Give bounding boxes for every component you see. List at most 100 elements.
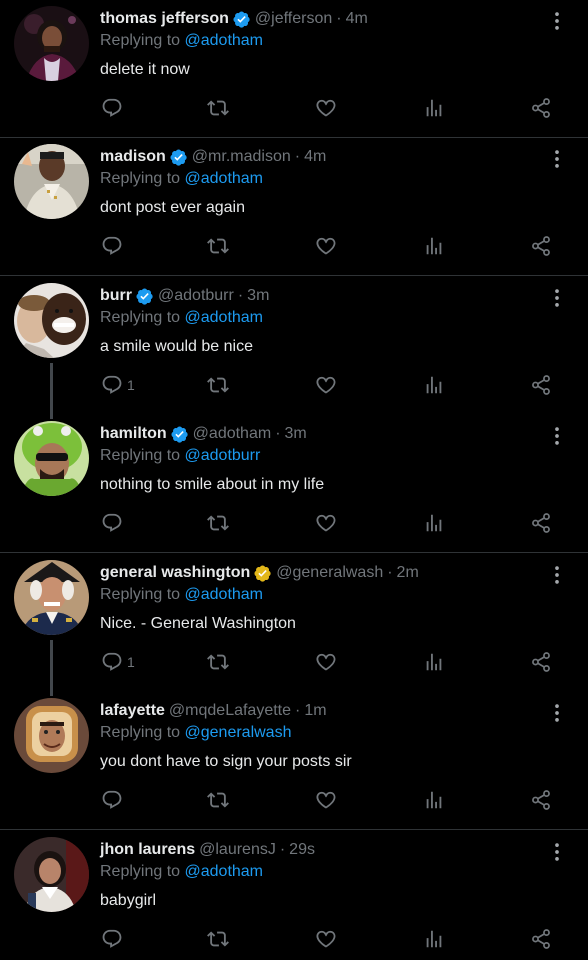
- timestamp[interactable]: 3m: [247, 286, 269, 306]
- display-name[interactable]: jhon laurens: [100, 840, 195, 860]
- user-handle[interactable]: @adotburr: [158, 286, 234, 306]
- timestamp[interactable]: 4m: [304, 147, 326, 167]
- madison-avatar[interactable]: [14, 144, 89, 219]
- timestamp[interactable]: 1m: [304, 701, 326, 721]
- tweet[interactable]: thomas jefferson @jefferson · 4m Replying to…: [0, 0, 588, 138]
- share-button[interactable]: [530, 650, 552, 674]
- tweet-text: nothing to smile about in my life: [100, 476, 325, 493]
- reply-button[interactable]: [101, 927, 123, 951]
- timestamp[interactable]: 4m: [346, 9, 368, 29]
- user-handle[interactable]: @adotham: [193, 424, 272, 444]
- more-options-icon[interactable]: [546, 841, 568, 863]
- more-options-icon[interactable]: [546, 148, 568, 170]
- timestamp[interactable]: 29s: [289, 840, 315, 860]
- share-button[interactable]: [530, 511, 552, 535]
- more-options-icon[interactable]: [546, 287, 568, 309]
- tweet[interactable]: general washington @generalwash · 2m Replyin…: [0, 554, 588, 696]
- views-button[interactable]: [423, 927, 445, 951]
- like-button[interactable]: [315, 373, 337, 397]
- views-button[interactable]: [423, 373, 445, 397]
- share-button[interactable]: [530, 96, 552, 120]
- retweet-icon: [207, 789, 229, 811]
- views-button[interactable]: [423, 650, 445, 674]
- tweet-header: jhon laurens @laurensJ · 29s: [100, 840, 548, 860]
- display-name[interactable]: hamilton: [100, 424, 167, 444]
- mention-link[interactable]: @adotham: [185, 32, 264, 49]
- tweet-actions: [0, 234, 588, 258]
- views-icon: [423, 928, 445, 950]
- jhon-laurens-avatar[interactable]: [14, 837, 89, 912]
- like-button[interactable]: [315, 927, 337, 951]
- retweet-button[interactable]: [207, 511, 229, 535]
- timestamp[interactable]: 2m: [397, 563, 419, 583]
- share-icon: [530, 651, 552, 673]
- more-options-icon[interactable]: [546, 425, 568, 447]
- reply-button[interactable]: [101, 96, 123, 120]
- like-button[interactable]: [315, 788, 337, 812]
- more-options-icon[interactable]: [546, 10, 568, 32]
- reply-button[interactable]: [101, 511, 123, 535]
- mention-link[interactable]: @adotham: [185, 586, 264, 603]
- views-button[interactable]: [423, 96, 445, 120]
- replying-to: Replying to @generalwash: [100, 723, 291, 743]
- lafayette-avatar[interactable]: [14, 698, 89, 773]
- separator-dot: ·: [336, 10, 342, 27]
- tweet-text: delete it now: [100, 61, 190, 78]
- user-handle[interactable]: @laurensJ: [199, 840, 276, 860]
- tweet[interactable]: lafayette @mqdeLafayette · 1m Replying to @g…: [0, 692, 588, 830]
- tweet[interactable]: madison @mr.madison · 4m Replying to @adotha…: [0, 138, 588, 276]
- replying-to-label: Replying to: [100, 724, 181, 741]
- user-handle[interactable]: @mr.madison: [192, 147, 291, 167]
- user-handle[interactable]: @mqdeLafayette: [169, 701, 291, 721]
- timestamp[interactable]: 3m: [285, 424, 307, 444]
- like-button[interactable]: [315, 511, 337, 535]
- display-name[interactable]: burr: [100, 286, 132, 306]
- share-icon: [530, 235, 552, 257]
- more-options-icon[interactable]: [546, 564, 568, 586]
- views-button[interactable]: [423, 788, 445, 812]
- user-handle[interactable]: @generalwash: [276, 563, 383, 583]
- mention-link[interactable]: @adotham: [185, 170, 264, 187]
- thomas-jefferson-avatar[interactable]: [14, 6, 89, 81]
- views-icon: [423, 374, 445, 396]
- general-washington-avatar[interactable]: [14, 560, 89, 635]
- share-button[interactable]: [530, 234, 552, 258]
- tweet[interactable]: burr @adotburr · 3m Replying to @adotham a sm…: [0, 277, 588, 419]
- display-name[interactable]: madison: [100, 147, 166, 167]
- retweet-button[interactable]: [207, 373, 229, 397]
- retweet-button[interactable]: [207, 650, 229, 674]
- retweet-button[interactable]: [207, 927, 229, 951]
- display-name[interactable]: general washington: [100, 563, 250, 583]
- views-button[interactable]: [423, 234, 445, 258]
- retweet-icon: [207, 928, 229, 950]
- reply-button[interactable]: [101, 234, 123, 258]
- separator-dot: ·: [387, 564, 393, 581]
- burr-avatar[interactable]: [14, 283, 89, 358]
- more-options-icon[interactable]: [546, 702, 568, 724]
- display-name[interactable]: thomas jefferson: [100, 9, 229, 29]
- share-button[interactable]: [530, 927, 552, 951]
- retweet-button[interactable]: [207, 788, 229, 812]
- user-handle[interactable]: @jefferson: [255, 9, 332, 29]
- tweet[interactable]: hamilton @adotham · 3m Replying to @adotburr…: [0, 415, 588, 553]
- mention-link[interactable]: @generalwash: [185, 724, 292, 741]
- retweet-button[interactable]: [207, 96, 229, 120]
- mention-link[interactable]: @adotham: [185, 863, 264, 880]
- mention-link[interactable]: @adotham: [185, 309, 264, 326]
- display-name[interactable]: lafayette: [100, 701, 165, 721]
- reply-button[interactable]: 1: [101, 373, 135, 397]
- like-button[interactable]: [315, 650, 337, 674]
- tweet-actions: [0, 511, 588, 535]
- share-button[interactable]: [530, 373, 552, 397]
- retweet-button[interactable]: [207, 234, 229, 258]
- hamilton-avatar[interactable]: [14, 421, 89, 496]
- like-button[interactable]: [315, 234, 337, 258]
- views-button[interactable]: [423, 511, 445, 535]
- share-button[interactable]: [530, 788, 552, 812]
- mention-link[interactable]: @adotburr: [185, 447, 261, 464]
- tweet[interactable]: jhon laurens @laurensJ · 29s Replying to @ad…: [0, 831, 588, 960]
- like-button[interactable]: [315, 96, 337, 120]
- reply-count: 1: [127, 654, 135, 670]
- reply-button[interactable]: 1: [101, 650, 135, 674]
- reply-button[interactable]: [101, 788, 123, 812]
